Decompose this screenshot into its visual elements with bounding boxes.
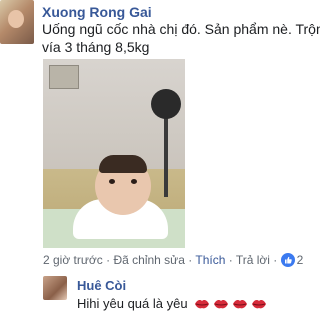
meta-separator: · (188, 253, 193, 267)
photo-shelf (49, 65, 79, 89)
reaction-count[interactable]: 2 (297, 253, 304, 267)
kiss-lips-icon (213, 298, 229, 313)
photo-baby-eye-right (131, 179, 137, 184)
timestamp[interactable]: 2 giờ trước (43, 253, 103, 267)
comment-meta: 2 giờ trước · Đã chỉnh sửa · Thích · Trả… (43, 253, 303, 267)
kiss-lips-icon (251, 298, 267, 313)
kiss-lips-icon (232, 298, 248, 313)
photo-baby-hair (99, 155, 147, 173)
reply-text-content: Hihi yêu quá là yêu (77, 296, 188, 311)
like-button[interactable]: Thích (195, 253, 225, 267)
reply-author-name[interactable]: Huê Còi (77, 278, 126, 293)
like-reaction-icon[interactable] (280, 253, 295, 267)
meta-separator: · (106, 253, 111, 267)
meta-separator: · (228, 253, 233, 267)
avatar-face (8, 10, 24, 28)
reply-text: Hihi yêu quá là yêu (77, 296, 267, 313)
meta-separator: · (273, 253, 278, 267)
post-text-line-1: Uống ngũ cốc nhà chị đó. Sản phẩm nè. Tr… (42, 21, 320, 37)
photo-baby-eye-left (109, 179, 115, 184)
attached-photo[interactable] (43, 59, 185, 248)
edited-label[interactable]: Đã chỉnh sửa (113, 253, 184, 267)
kiss-lips-icon (194, 298, 210, 313)
post-text: Uống ngũ cốc nhà chị đó. Sản phẩm nè. Tr… (42, 20, 320, 56)
reply-button[interactable]: Trả lời (236, 253, 270, 267)
photo-fan-pole (164, 117, 168, 197)
photo-fan (151, 89, 181, 119)
author-avatar[interactable] (0, 0, 34, 44)
reply-author-avatar[interactable] (43, 276, 67, 300)
post-author-name[interactable]: Xuong Rong Gai (42, 4, 152, 20)
emoji-group (191, 296, 267, 311)
post-text-line-2: vía 3 tháng 8,5kg (42, 39, 150, 55)
